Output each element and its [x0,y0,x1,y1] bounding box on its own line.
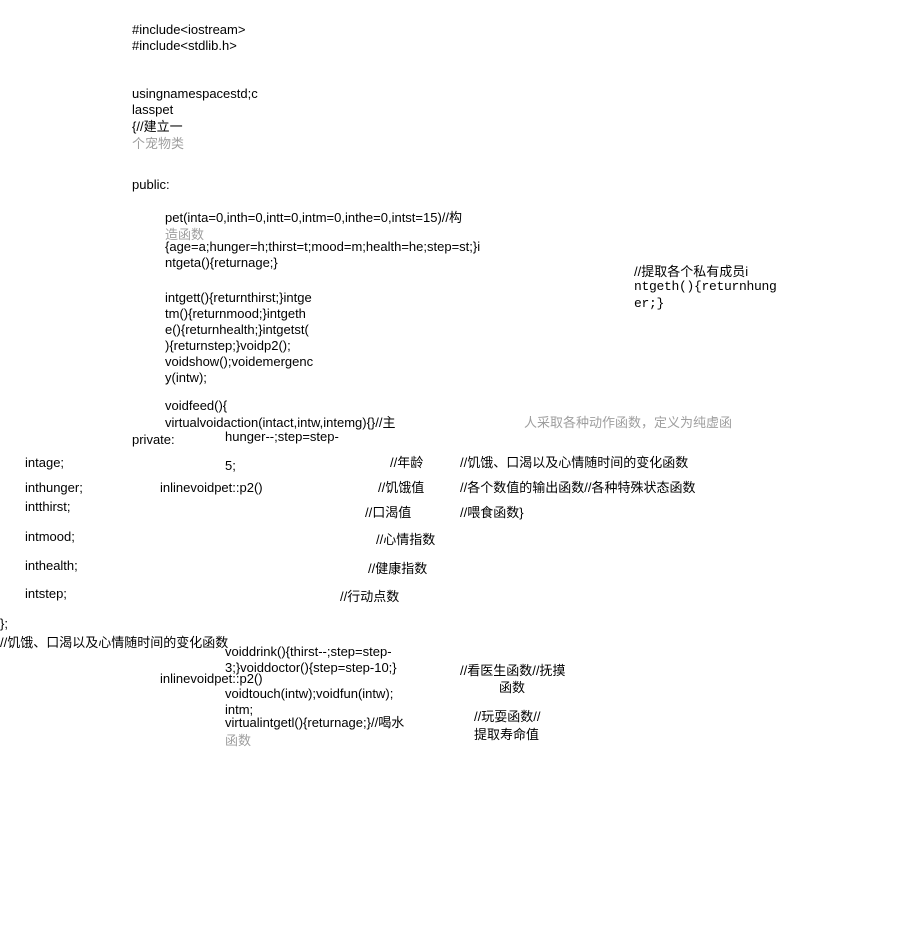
code-line: {age=a;hunger=h;thirst=t;mood=m;health=h… [165,239,480,254]
code-line: voiddrink(){thirst--;step=step- [225,644,392,659]
code-line: lasspet [132,102,173,117]
comment: //行动点数 [340,586,399,605]
code-line: intthirst; [25,499,71,514]
code-line: inlinevoidpet::p2() [160,671,263,686]
code-line: #include<stdlib.h> [132,38,237,53]
comment: 个宠物类 [132,133,184,152]
code-line: inthunger; [25,480,83,495]
comment: 函数 [225,730,251,749]
comment: //健康指数 [368,558,427,577]
code-line: usingnamespacestd;c [132,86,258,101]
comment: 函数 [499,677,525,696]
comment: //饥饿值 [378,477,424,496]
comment: //年龄 [390,452,423,471]
comment: //饥饿、口渴以及心情随时间的变化函数 [460,452,688,471]
code-line: private: [132,432,175,447]
code-line: e(){returnhealth;}intgetst( [165,322,309,337]
comment: //口渴值 [365,502,411,521]
code-line: voidtouch(intw);voidfun(intw); [225,686,393,701]
code-text: pet(inta=0,inth=0,intt=0,intm=0,inthe=0,… [165,210,462,225]
code-line: public: [132,177,170,192]
code-line: virtualintgetl(){returnage;}//喝水 [225,712,404,731]
code-line: ntgeth(){returnhung [634,279,777,294]
comment: 提取寿命值 [474,724,539,743]
code-line: intmood; [25,529,75,544]
code-line: inthealth; [25,558,78,573]
comment: 人采取各种动作函数，定义为纯虚函 [524,412,732,431]
code-line: y(intw); [165,370,207,385]
code-line: 5; [225,458,236,473]
code-line: #include<iostream> [132,22,245,37]
code-line: ntgeta(){returnage;} [165,255,278,270]
comment: //各个数值的输出函数//各种特殊状态函数 [460,477,695,496]
code-line: er;} [634,296,664,311]
comment: //喂食函数} [460,502,524,521]
code-line: hunger--;step=step- [225,429,339,444]
code-line: intage; [25,455,64,470]
code-line: tm(){returnmood;}intgeth [165,306,306,321]
comment: //饥饿、口渴以及心情随时间的变化函数 [0,632,228,651]
code-line: voidshow();voidemergenc [165,354,313,369]
code-line: ){returnstep;}voidp2(); [165,338,291,353]
comment: //心情指数 [376,529,435,548]
code-line: inlinevoidpet::p2() [160,480,263,495]
code-line: intgett(){returnthirst;}intge [165,290,312,305]
code-text: virtualintgetl(){returnage;}//喝水 [225,715,404,730]
code-line: pet(inta=0,inth=0,intt=0,intm=0,inthe=0,… [165,207,462,226]
comment: //玩耍函数// [474,706,540,725]
code-line: voidfeed(){ [165,398,227,413]
code-line: intstep; [25,586,67,601]
code-line: }; [0,616,8,631]
comment: //提取各个私有成员i [634,261,748,280]
